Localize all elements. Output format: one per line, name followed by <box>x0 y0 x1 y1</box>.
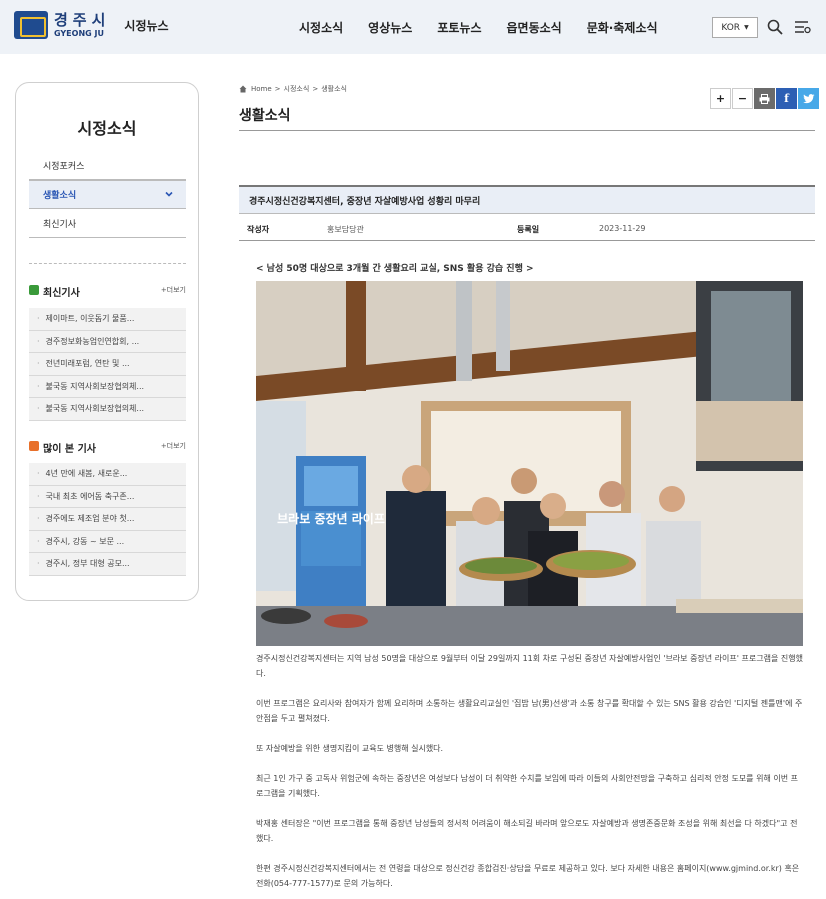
news-badge-icon <box>29 285 39 295</box>
date-value: 2023-11-29 <box>599 224 646 233</box>
main-nav: 시정소식 영상뉴스 포토뉴스 읍면동소식 문화·축제소식 <box>299 19 683 36</box>
latest-news-title: 최신기사 <box>43 288 80 299</box>
list-item[interactable]: · 제이마트, 이웃돕기 물품... <box>29 308 186 331</box>
logo-text: 경주시 GYEONG JU <box>54 10 111 38</box>
site-header: 경주시 GYEONG JU 시정뉴스 시정소식 영상뉴스 포토뉴스 읍면동소식 … <box>0 0 826 54</box>
divider <box>29 263 186 264</box>
search-icon[interactable] <box>767 19 783 35</box>
breadcrumb: Home > 시정소식 > 생활소식 <box>239 84 350 94</box>
breadcrumb-home[interactable]: Home <box>251 85 272 93</box>
sidebar: 시정소식 시정포커스 생활소식 최신기사 최신기사 +더보기 · 제이마트, 이웃… <box>15 82 199 601</box>
page-title: 생활소식 <box>239 108 291 124</box>
article-paragraph: 경주시정신건강복지센터는 지역 남성 50명을 대상으로 9월부터 이달 29일… <box>256 654 803 678</box>
article-meta: 작성자 홍보담당관 등록일 2023-11-29 <box>239 216 815 241</box>
sidebar-item-focus[interactable]: 시정포커스 <box>29 151 186 180</box>
list-item[interactable]: · 불국동 지역사회보장협의체... <box>29 375 186 398</box>
breadcrumb-section[interactable]: 시정소식 <box>284 84 310 94</box>
nav-item-culture-news[interactable]: 문화·축제소식 <box>587 19 658 36</box>
nav-item-photo-news[interactable]: 포토뉴스 <box>437 19 481 36</box>
article-paragraph: 한편 경주시정신건강복지센터에서는 전 연령을 대상으로 정신건강 종합검진·상… <box>256 864 800 888</box>
sidebar-menu: 시정포커스 생활소식 최신기사 <box>29 151 186 238</box>
popular-badge-icon <box>29 441 39 451</box>
zoom-out-button[interactable]: − <box>732 88 753 109</box>
latest-news-list: · 제이마트, 이웃돕기 물품... · 경주정보화농업인연합회, ... · 전년미… <box>29 308 186 421</box>
popular-more-link[interactable]: +더보기 <box>161 441 186 451</box>
sidebar-item-life[interactable]: 생활소식 <box>29 180 186 209</box>
chevron-down-icon <box>165 191 173 197</box>
article-paragraph: 박재홍 센터장은 "이번 프로그램을 통해 중장년 남성들의 정서적 어려움이 … <box>256 819 798 843</box>
article-paragraph: 이번 프로그램은 요리사와 참여자가 함께 요리하며 소통하는 생활요리교실인 … <box>256 699 803 723</box>
breadcrumb-current[interactable]: 생활소식 <box>321 84 347 94</box>
list-item[interactable]: · 전년미래포럼, 연탄 및 ... <box>29 353 186 376</box>
sidebar-title: 시정소식 <box>77 119 137 138</box>
menu-icon[interactable] <box>794 19 811 35</box>
nav-item-town-news[interactable]: 읍면동소식 <box>507 19 562 36</box>
article-body: 경주시정신건강복지센터는 지역 남성 50명을 대상으로 9월부터 이달 29일… <box>256 651 803 899</box>
article-paragraph: 최근 1인 가구 중 고독사 위험군에 속하는 중장년은 여성보다 남성이 더 … <box>256 774 798 798</box>
zoom-in-button[interactable]: + <box>710 88 731 109</box>
list-item[interactable]: · 국내 최초 에어돔 축구존... <box>29 485 186 508</box>
list-item[interactable]: · 경주정보화농업인연합회, ... <box>29 330 186 353</box>
popular-news-list: · 4년 만에 새봄, 새로운... · 국내 최초 에어돔 축구존... · 경주에… <box>29 463 186 576</box>
author-label: 작성자 <box>247 225 270 234</box>
list-item[interactable]: · 경주에도 제조업 분야 첫... <box>29 508 186 531</box>
title-divider <box>239 130 815 131</box>
breadcrumb-separator: > <box>274 85 281 93</box>
facebook-share-button[interactable]: f <box>776 88 797 109</box>
logo-english: GYEONG JU <box>54 28 104 38</box>
city-emblem-icon <box>14 11 48 39</box>
article-subheading: < 남성 50명 대상으로 3개월 간 생활요리 교실, SNS 활용 강습 진… <box>256 264 534 274</box>
logo-section-name: 시정뉴스 <box>124 18 169 33</box>
print-button[interactable] <box>754 88 775 109</box>
page-tools: + − f <box>709 88 819 109</box>
breadcrumb-separator: > <box>312 85 319 93</box>
caret-down-icon: ▼ <box>744 24 749 31</box>
author-value: 홍보담당관 <box>327 225 364 234</box>
list-item[interactable]: · 경주시, 강동 ~ 보문 ... <box>29 530 186 553</box>
sidebar-item-label: 최신기사 <box>43 219 77 230</box>
cooking-class-photo: 브라보 중장년 라이프 <box>256 281 803 646</box>
list-item[interactable]: · 4년 만에 새봄, 새로운... <box>29 463 186 486</box>
list-item[interactable]: · 경주시, 정부 대형 공모... <box>29 553 186 576</box>
language-value: KOR <box>721 22 741 33</box>
date-label: 등록일 <box>517 225 540 234</box>
popular-news-title: 많이 본 기사 <box>43 444 96 455</box>
photo-banner-text: 브라보 중장년 라이프 <box>277 511 385 526</box>
nav-item-city-news[interactable]: 시정소식 <box>299 19 343 36</box>
twitter-bird-icon <box>802 93 814 103</box>
print-icon <box>759 93 770 104</box>
logo-korean: 경주시 <box>54 10 111 29</box>
article-photo: 브라보 중장년 라이프 <box>256 281 803 646</box>
home-icon <box>239 85 247 93</box>
latest-more-link[interactable]: +더보기 <box>161 285 186 295</box>
article-title: 경주시정신건강복지센터, 중장년 자살예방사업 성황리 마무리 <box>239 185 815 214</box>
list-item[interactable]: · 불국동 지역사회보장협의체... <box>29 398 186 421</box>
site-logo[interactable]: 경주시 GYEONG JU 시정뉴스 <box>14 11 169 39</box>
twitter-share-button[interactable] <box>798 88 819 109</box>
language-select[interactable]: KOR ▼ <box>712 17 758 38</box>
sidebar-item-label: 시정포커스 <box>43 161 85 172</box>
nav-item-video-news[interactable]: 영상뉴스 <box>368 19 412 36</box>
sidebar-item-label: 생활소식 <box>43 191 77 201</box>
article-paragraph: 또 자살예방을 위한 생명지킴이 교육도 병행해 실시했다. <box>256 744 444 753</box>
popular-news-header: 많이 본 기사 +더보기 <box>29 440 186 455</box>
sidebar-item-latest[interactable]: 최신기사 <box>29 209 186 238</box>
latest-news-header: 최신기사 +더보기 <box>29 284 186 299</box>
